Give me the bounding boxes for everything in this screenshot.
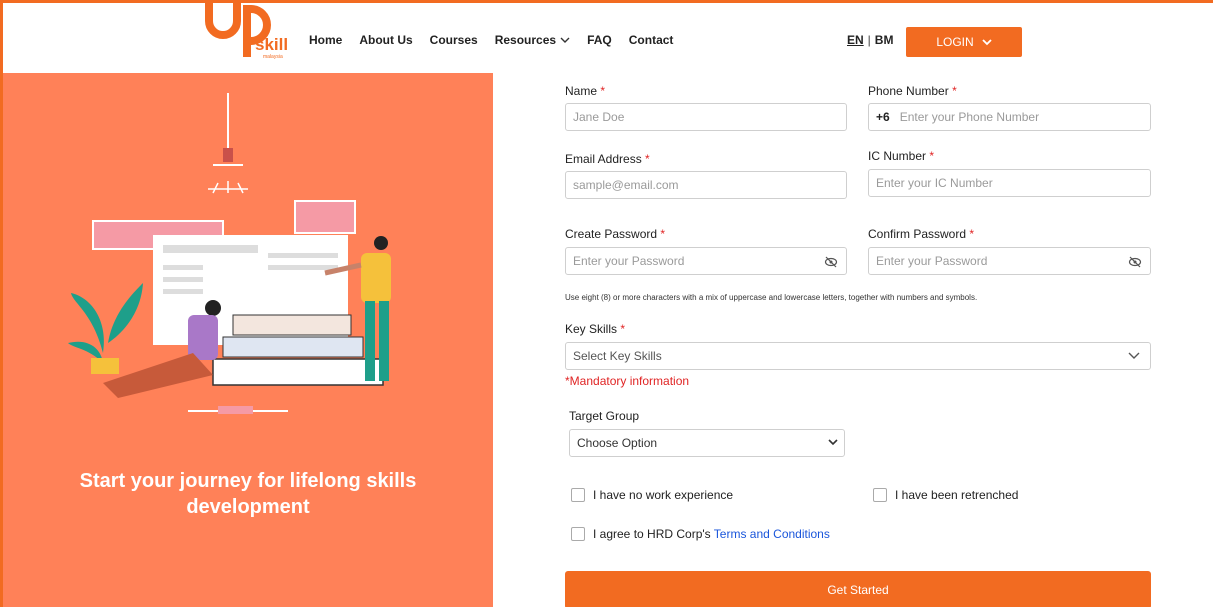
password-label: Create Password * bbox=[565, 227, 665, 241]
password-placeholder: Enter your Password bbox=[573, 254, 685, 268]
target-group-placeholder: Choose Option bbox=[577, 436, 658, 450]
retrenched-label: I have been retrenched bbox=[895, 488, 1019, 502]
email-label-text: Email Address bbox=[565, 152, 642, 166]
retrenched-checkbox[interactable] bbox=[873, 488, 887, 502]
required-mark: * bbox=[969, 227, 975, 241]
key-skills-placeholder: Select Key Skills bbox=[573, 349, 662, 363]
logo-sub-text: malaysia bbox=[263, 54, 283, 60]
key-skills-label: Key Skills * bbox=[565, 322, 625, 336]
name-label: Name * bbox=[565, 84, 605, 98]
key-skills-label-text: Key Skills bbox=[565, 322, 618, 336]
required-mark: * bbox=[620, 322, 626, 336]
illustration-panel: Start your journey for lifelong skills d… bbox=[3, 73, 493, 607]
name-placeholder: Jane Doe bbox=[573, 110, 625, 124]
chevron-down-icon bbox=[560, 37, 570, 43]
phone-prefix: +6 bbox=[876, 110, 890, 124]
ic-label: IC Number * bbox=[868, 149, 934, 163]
nav-resources-label: Resources bbox=[494, 33, 557, 47]
phone-placeholder: Enter your Phone Number bbox=[899, 110, 1040, 124]
lang-separator: | bbox=[867, 33, 871, 47]
nav-faq[interactable]: FAQ bbox=[587, 33, 612, 47]
nav-about-us[interactable]: About Us bbox=[359, 33, 412, 47]
chevron-down-icon bbox=[828, 439, 838, 446]
nav-courses[interactable]: Courses bbox=[430, 33, 478, 47]
signup-page: skill malaysia Home About Us Courses Res… bbox=[0, 0, 1213, 607]
email-input[interactable]: sample@email.com bbox=[565, 171, 847, 199]
email-placeholder: sample@email.com bbox=[573, 178, 679, 192]
required-mark: * bbox=[600, 84, 606, 98]
login-button[interactable]: LOGIN bbox=[906, 27, 1022, 57]
required-mark: * bbox=[660, 227, 666, 241]
confirm-password-placeholder: Enter your Password bbox=[876, 254, 988, 268]
target-group-label: Target Group bbox=[569, 409, 640, 423]
ic-label-text: IC Number bbox=[868, 149, 927, 163]
lang-en[interactable]: EN bbox=[847, 33, 864, 47]
upskill-logo[interactable]: skill malaysia bbox=[203, 3, 288, 67]
terms-checkbox-row[interactable]: I agree to HRD Corp's Terms and Conditio… bbox=[571, 527, 830, 541]
key-skills-error: *Mandatory information bbox=[565, 374, 690, 388]
chevron-down-icon bbox=[1128, 352, 1140, 359]
required-mark: * bbox=[645, 152, 650, 166]
phone-input[interactable]: +6 Enter your Phone Number bbox=[868, 103, 1151, 131]
no-experience-checkbox-row[interactable]: I have no work experience bbox=[571, 488, 733, 502]
target-group-select[interactable]: Choose Option bbox=[569, 429, 845, 457]
terms-link[interactable]: Terms and Conditions bbox=[714, 527, 830, 541]
required-mark: * bbox=[929, 149, 935, 163]
header: skill malaysia Home About Us Courses Res… bbox=[3, 3, 1213, 73]
terms-prefix: I agree to HRD Corp's bbox=[593, 527, 714, 541]
key-skills-select[interactable]: Select Key Skills bbox=[565, 342, 1151, 370]
get-started-button[interactable]: Get Started bbox=[565, 571, 1151, 607]
email-label: Email Address * bbox=[565, 152, 650, 166]
phone-label: Phone Number * bbox=[868, 84, 957, 98]
confirm-password-input[interactable]: Enter your Password bbox=[868, 247, 1151, 275]
no-experience-label: I have no work experience bbox=[593, 488, 734, 502]
password-label-text: Create Password bbox=[565, 227, 658, 241]
password-hint: Use eight (8) or more characters with a … bbox=[565, 293, 978, 302]
phone-label-text: Phone Number bbox=[868, 84, 949, 98]
confirm-password-label-text: Confirm Password bbox=[868, 227, 967, 241]
retrenched-checkbox-row[interactable]: I have been retrenched bbox=[873, 488, 1018, 502]
get-started-label: Get Started bbox=[827, 583, 889, 597]
ic-placeholder: Enter your IC Number bbox=[876, 176, 993, 190]
required-mark: * bbox=[952, 84, 957, 98]
language-switch: EN | BM bbox=[847, 33, 893, 47]
ic-input[interactable]: Enter your IC Number bbox=[868, 169, 1151, 197]
terms-checkbox[interactable] bbox=[571, 527, 585, 541]
login-label: LOGIN bbox=[936, 35, 974, 49]
tagline: Start your journey for lifelong skills d… bbox=[79, 470, 417, 518]
no-experience-checkbox[interactable] bbox=[571, 488, 585, 502]
eye-slash-icon[interactable] bbox=[1128, 255, 1142, 269]
reading-illustration bbox=[68, 93, 391, 414]
nav-contact[interactable]: Contact bbox=[629, 33, 674, 47]
lang-bm[interactable]: BM bbox=[875, 33, 894, 47]
chevron-down-icon bbox=[982, 39, 992, 46]
name-label-text: Name bbox=[565, 84, 598, 98]
eye-slash-icon[interactable] bbox=[824, 255, 838, 269]
main-nav: Home About Us Courses Resources FAQ Cont… bbox=[309, 33, 673, 47]
terms-label: I agree to HRD Corp's Terms and Conditio… bbox=[593, 527, 830, 541]
nav-resources[interactable]: Resources bbox=[495, 33, 570, 47]
nav-home[interactable]: Home bbox=[309, 33, 342, 47]
confirm-password-label: Confirm Password * bbox=[868, 227, 974, 241]
name-input[interactable]: Jane Doe bbox=[565, 103, 847, 131]
password-input[interactable]: Enter your Password bbox=[565, 247, 847, 275]
logo-brand-text: skill bbox=[255, 35, 289, 54]
